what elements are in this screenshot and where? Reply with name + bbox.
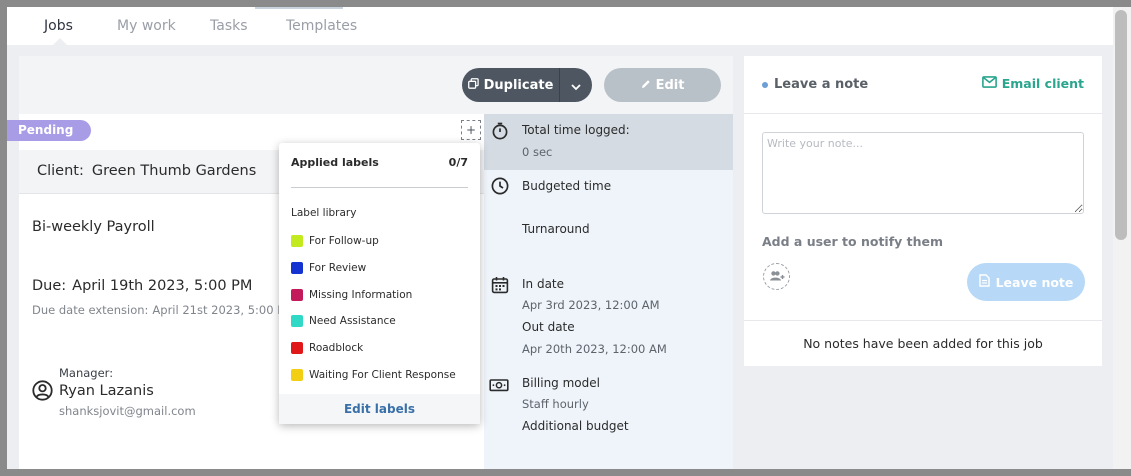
tab-bar: Jobs My work Tasks Templates [7, 7, 1113, 45]
job-title: Bi-weekly Payroll [32, 219, 155, 235]
label-item-waiting-for-client-response[interactable]: Waiting For Client Response [291, 366, 471, 384]
total-time-label: Total time logged: [522, 123, 630, 137]
billing-model-label: Billing model [522, 376, 600, 390]
notify-users-label: Add a user to notify them [762, 234, 944, 249]
duplicate-button-group: Duplicate [462, 68, 592, 102]
turnaround-label: Turnaround [522, 222, 590, 236]
manager-label: Manager: [59, 366, 114, 380]
label-item-for-follow-up[interactable]: For Follow-up [291, 232, 471, 250]
edit-button[interactable]: Edit [604, 68, 721, 102]
due-ext-label: Due date extension: [32, 303, 149, 317]
tab-accent-line [255, 7, 343, 9]
client-info: Client: Green Thumb Gardens [37, 163, 256, 179]
label-item-name: For Review [309, 262, 367, 274]
total-time-value: 0 sec [522, 145, 553, 159]
due-label: Due: [32, 278, 67, 294]
duplicate-button[interactable]: Duplicate [462, 68, 559, 102]
notes-empty-message: No notes have been added for this job [744, 320, 1102, 366]
applied-labels-heading: Applied labels [291, 156, 379, 169]
copy-icon [467, 77, 479, 93]
scrollbar-thumb[interactable] [1115, 10, 1127, 240]
plus-icon: + [465, 123, 477, 137]
leave-note-button[interactable]: Leave note [967, 263, 1085, 301]
due-value: April 19th 2023, 5:00 PM [72, 278, 253, 294]
label-item-name: For Follow-up [309, 235, 379, 247]
tab-templates[interactable]: Templates [286, 18, 357, 34]
label-color-swatch [291, 369, 303, 381]
labels-popup: Applied labels 0/7 Label library For Fol… [279, 143, 480, 424]
in-date-label: In date [522, 277, 565, 291]
applied-labels-count: 0/7 [448, 156, 468, 169]
label-color-swatch [291, 342, 303, 354]
job-stats: Total time logged: 0 sec Budgeted time T… [484, 114, 733, 469]
calendar-icon [491, 276, 509, 294]
due-ext-value: April 21st 2023, 5:00 PM [152, 303, 295, 317]
due-date-extension: Due date extension: April 21st 2023, 5:00… [32, 303, 294, 317]
label-item-roadblock[interactable]: Roadblock [291, 339, 471, 357]
due-date: Due: April 19th 2023, 5:00 PM [32, 278, 252, 294]
label-item-name: Waiting For Client Response [309, 369, 456, 381]
clock-icon [491, 177, 509, 195]
label-item-name: Roadblock [309, 342, 364, 354]
label-item-name: Missing Information [309, 289, 413, 301]
label-item-need-assistance[interactable]: Need Assistance [291, 312, 471, 330]
label-item-for-review[interactable]: For Review [291, 259, 471, 277]
additional-budget-label: Additional budget [522, 419, 629, 433]
labels-divider [291, 187, 468, 188]
status-badge: Pending [7, 120, 91, 141]
client-name[interactable]: Green Thumb Gardens [92, 163, 256, 179]
tab-active-pointer [53, 38, 67, 45]
chevron-down-icon [571, 76, 581, 95]
document-icon [978, 274, 990, 290]
label-color-swatch [291, 289, 303, 301]
leave-note-label: Leave note [995, 274, 1074, 290]
duplicate-label: Duplicate [483, 77, 554, 93]
add-user-icon [769, 267, 785, 286]
edit-labels-button[interactable]: Edit labels [279, 394, 480, 424]
out-date-label: Out date [522, 320, 575, 334]
email-client-label: Email client [1001, 76, 1084, 91]
manager-email: shanksjovit@gmail.com [59, 404, 196, 418]
stopwatch-icon [491, 122, 509, 140]
label-item-name: Need Assistance [309, 315, 396, 327]
envelope-icon [981, 76, 997, 91]
email-client-button[interactable]: Email client [981, 76, 1084, 91]
tab-my-work[interactable]: My work [117, 18, 176, 34]
notes-header: Leave a note Email client [744, 56, 1102, 114]
label-item-missing-information[interactable]: Missing Information [291, 286, 471, 304]
budgeted-time-label: Budgeted time [522, 179, 612, 193]
billing-model-value: Staff hourly [522, 397, 589, 411]
label-color-swatch [291, 315, 303, 327]
out-date-value: Apr 20th 2023, 12:00 AM [522, 342, 667, 356]
note-dot [762, 82, 768, 88]
pencil-icon [641, 78, 651, 93]
notes-title: Leave a note [774, 77, 869, 92]
in-date-value: Apr 3rd 2023, 12:00 AM [522, 298, 660, 312]
tab-jobs[interactable]: Jobs [44, 18, 73, 34]
note-input[interactable] [762, 132, 1084, 214]
label-library-heading: Label library [291, 207, 357, 219]
app-frame: Jobs My work Tasks Templates Duplicate E… [7, 7, 1113, 469]
edit-label: Edit [655, 77, 685, 93]
client-label: Client: [37, 163, 84, 179]
label-color-swatch [291, 235, 303, 247]
add-user-button[interactable] [763, 263, 790, 290]
label-color-swatch [291, 262, 303, 274]
notes-panel: Leave a note Email client Add a user to … [744, 56, 1102, 366]
manager-name: Ryan Lazanis [59, 383, 154, 399]
tab-tasks[interactable]: Tasks [210, 18, 248, 34]
money-icon [489, 376, 509, 394]
add-label-button[interactable]: + [461, 120, 481, 140]
duplicate-dropdown-button[interactable] [560, 68, 592, 102]
job-toolbar: Duplicate Edit [19, 56, 733, 114]
user-circle-icon [32, 380, 53, 401]
